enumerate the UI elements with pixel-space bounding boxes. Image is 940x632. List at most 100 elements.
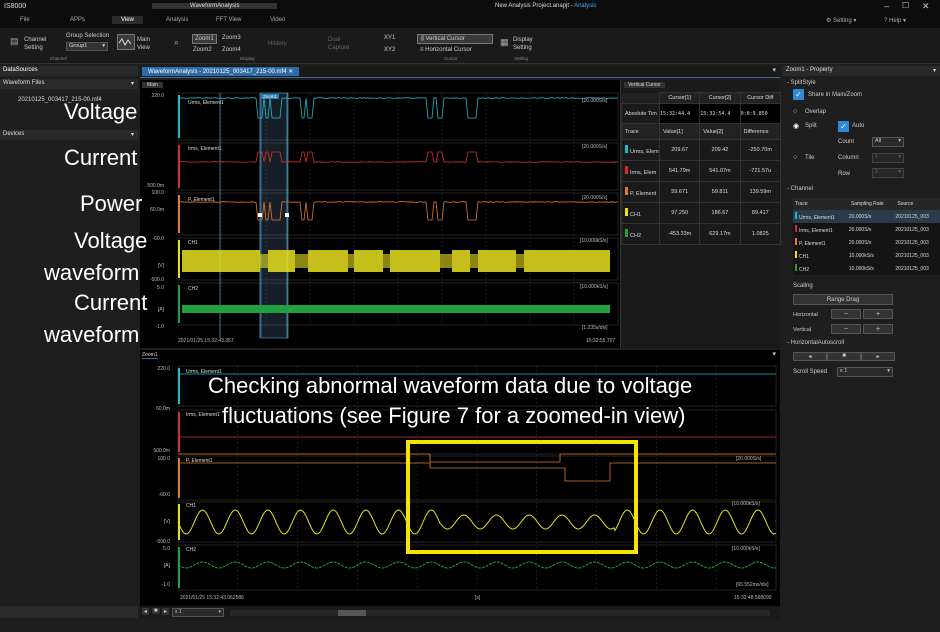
close-icon[interactable]: ✕	[922, 1, 930, 12]
tab-apps[interactable]: APPs	[70, 17, 85, 23]
ch1-band	[390, 250, 440, 272]
vertical-cursor-button[interactable]: ⫼ Vertical Cursor	[417, 34, 493, 44]
horizontal-plus-button[interactable]: +	[863, 309, 893, 319]
count-label: Count	[838, 139, 854, 145]
dual-capture-button[interactable]: Dual Capture	[328, 36, 358, 52]
cursor-row: P, Element 59.671 59.811 139.59m	[622, 182, 781, 203]
main-view-button[interactable]: Main View	[137, 36, 155, 52]
channel-setting-button[interactable]: Channel Setting	[24, 36, 56, 52]
main-ch1-bottom: -500.0	[138, 277, 164, 283]
channel-row: CH2 10.000kS/s 20210125_003	[793, 262, 940, 275]
setting-menu[interactable]: ⚙ Setting ▾	[826, 17, 856, 24]
ch1-band	[354, 250, 383, 272]
scrollbar-thumb[interactable]	[338, 610, 366, 616]
group-selection-label: Group Selection	[66, 32, 109, 40]
zoom2-button[interactable]: Zoom2	[193, 46, 212, 54]
zoom4-button[interactable]: Zoom4	[222, 46, 241, 54]
zoom-marker[interactable]: Zoom1	[261, 94, 279, 99]
vertical-plus-button[interactable]: +	[863, 324, 893, 334]
chevron-down-icon: ▾	[102, 43, 105, 49]
ch1-gap	[260, 254, 268, 268]
main-end-time: 15:32:55.707	[586, 338, 615, 344]
chevron-down-icon[interactable]: ▾	[772, 66, 776, 74]
auto-checkbox[interactable]: ✓	[838, 121, 849, 132]
document-tab-bar: WaveformAnalysis - 20210125_003417_215-0…	[140, 66, 780, 78]
zoom-irms-bottom: 500.0m	[144, 448, 170, 454]
xy1-button[interactable]: XY1	[384, 34, 395, 42]
close-icon[interactable]: ✕	[288, 69, 293, 75]
hauto-section: - HorizontalAutoscroll	[787, 340, 844, 346]
split-radio[interactable]: ◉	[793, 122, 799, 130]
main-urms-top: 220.0	[138, 93, 164, 99]
trace-color-bar	[178, 285, 180, 323]
row-select[interactable]: 2 ▾	[872, 168, 904, 178]
autoscroll-stop-button[interactable]: ■	[827, 352, 861, 361]
vertical-label: Vertical	[793, 327, 811, 333]
bottom-bar: ◂ ■ ▸ x 1 ▾	[140, 606, 780, 620]
horizontal-scrollbar[interactable]	[230, 610, 770, 616]
chevron-down-icon: ▾	[898, 169, 901, 175]
main-p-rate: [20.000S/s]	[582, 195, 607, 201]
cursor-table: Cursor[1] Cursor[2] Cursor Diff Absolute Ti…	[621, 92, 781, 245]
tab-view[interactable]: View	[112, 16, 143, 24]
horizontal-minus-button[interactable]: −	[831, 309, 861, 319]
channel-table: Trace Sampling Rate Source Urms, Element1 20…	[793, 198, 940, 275]
scroll-right-button[interactable]: ▸	[162, 608, 169, 615]
display-setting-button[interactable]: Display Setting	[513, 36, 539, 52]
chevron-down-icon: ▾	[898, 138, 901, 144]
tab-video[interactable]: Video	[270, 17, 285, 23]
zoom-end-time: 15:32:48.568090	[734, 595, 772, 601]
share-checkbox[interactable]: ✓	[793, 89, 804, 100]
split-label: Split	[805, 123, 817, 129]
tile-label: Tile	[805, 155, 814, 161]
overlap-radio[interactable]: ○	[793, 108, 797, 115]
main-ch1-unit: [V]	[138, 263, 164, 269]
maximize-icon[interactable]: ☐	[902, 1, 909, 10]
zoom-ch2-rate: [10.000kS/s]	[732, 546, 760, 552]
main-waveform-view[interactable]: Main 220.0 60.0m 500.0m 100.0 -60.0 [V] …	[140, 80, 620, 348]
tab-file[interactable]: File	[20, 17, 30, 23]
devices-header[interactable]: Devices ▾	[0, 130, 138, 140]
annotation-voltage: Voltage	[64, 100, 137, 124]
main-trace-label-ch2: CH2	[188, 286, 198, 292]
tile-radio[interactable]: ○	[793, 154, 797, 161]
group-select[interactable]: Group1 ▾	[66, 42, 108, 51]
zoom-factor-select[interactable]: x 1 ▾	[172, 608, 224, 617]
ch1-band	[268, 250, 295, 272]
ribbon-group-setting: Setting	[514, 56, 528, 61]
ch2-band	[182, 305, 610, 313]
history-button[interactable]: History	[268, 40, 287, 48]
vertical-minus-button[interactable]: −	[831, 324, 861, 334]
waveform-files-header[interactable]: Waveform Files ▾	[0, 79, 138, 89]
count-select[interactable]: All ▾	[872, 137, 904, 147]
channel-section: - Channel	[787, 186, 813, 192]
scaling-label: Scaling	[793, 283, 813, 289]
main-ch2-bottom: -1.0	[138, 324, 164, 330]
ribbon-group-cursor: Cursor	[444, 56, 458, 61]
range-drag-button[interactable]: Range Drag	[793, 294, 893, 305]
zoom-urms-top: 220.0	[144, 366, 170, 372]
chevron-down-icon[interactable]: ▾	[933, 67, 936, 74]
help-menu[interactable]: ? Help ▾	[884, 17, 906, 24]
zoom-ch2-bottom: -1.0	[144, 582, 170, 588]
tab-fft-view[interactable]: FFT View	[216, 17, 241, 23]
main-trace-label-p: P, Element1	[188, 197, 215, 203]
horizontal-cursor-button[interactable]: ≡ Horizontal Cursor	[420, 46, 472, 54]
annotation-power: Power	[80, 192, 142, 216]
scroll-speed-select[interactable]: x 1 ▾	[837, 367, 893, 377]
autoscroll-left-button[interactable]: ◂	[793, 352, 827, 361]
document-tab[interactable]: WaveformAnalysis - 20210125_003417_215-0…	[142, 67, 299, 76]
ch1-band	[478, 250, 516, 272]
autoscroll-right-button[interactable]: ▸	[861, 352, 895, 361]
xy2-button[interactable]: XY2	[384, 46, 395, 54]
property-title: Zoom1 - Property ▾	[783, 66, 940, 76]
minimize-icon[interactable]: –	[884, 1, 889, 11]
zoom1-button[interactable]: Zoom1	[192, 34, 217, 44]
tab-analysis[interactable]: Analysis	[166, 17, 188, 23]
annotation-voltage-waveform-1: Voltage	[74, 229, 147, 253]
zoom-ch2-unit: [A]	[144, 563, 170, 569]
zoom3-button[interactable]: Zoom3	[222, 34, 241, 42]
scroll-left-button[interactable]: ◂	[142, 608, 149, 615]
stop-button[interactable]: ■	[152, 608, 160, 614]
column-select[interactable]: 1 ▾	[872, 153, 904, 163]
